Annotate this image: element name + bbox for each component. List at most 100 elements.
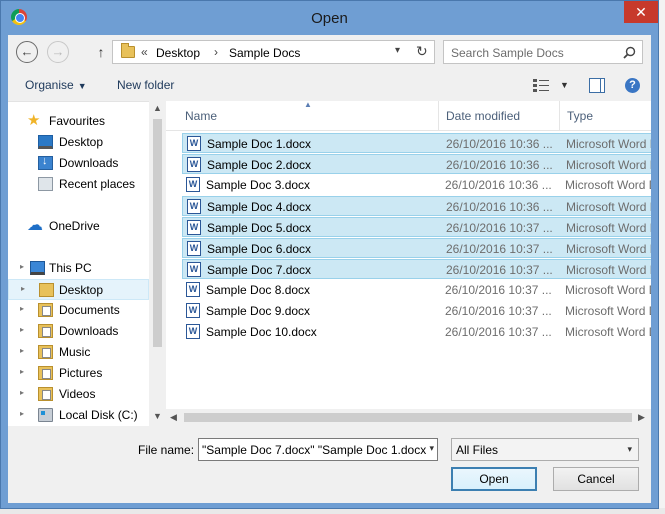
file-type-select[interactable]: All Files ▾ bbox=[451, 438, 639, 461]
table-row[interactable]: W Sample Doc 2.docx 26/10/2016 10:36 ... Mi… bbox=[182, 154, 651, 174]
open-dialog: Open ✕ ← → ↑ « Desktop › Sample Docs ▾ ↻… bbox=[0, 0, 659, 509]
sort-ascending-icon: ▲ bbox=[304, 101, 312, 109]
address-dropdown-icon[interactable]: ▾ bbox=[395, 45, 400, 56]
dialog-footer: File name: "Sample Doc 7.docx" "Sample D… bbox=[8, 426, 651, 503]
file-type-cell: Microsoft Word D bbox=[565, 283, 651, 297]
scroll-left-icon[interactable]: ◀ bbox=[170, 412, 177, 423]
sidebar-onedrive[interactable]: ☁ OneDrive bbox=[8, 216, 149, 237]
search-box[interactable]: Search Sample Docs bbox=[443, 40, 643, 64]
sidebar-item-documents[interactable]: ▸ Documents bbox=[8, 300, 149, 321]
breadcrumb-desktop[interactable]: Desktop bbox=[156, 46, 200, 60]
new-folder-button[interactable]: New folder bbox=[117, 78, 174, 92]
column-name[interactable]: Name bbox=[185, 109, 217, 123]
horizontal-scroll-thumb[interactable] bbox=[184, 413, 632, 422]
sidebar-item-downloads[interactable]: Downloads bbox=[8, 153, 149, 174]
expand-arrow-icon[interactable]: ▸ bbox=[20, 388, 24, 397]
file-name-cell: Sample Doc 8.docx bbox=[206, 283, 311, 297]
date-modified-cell: 26/10/2016 10:36 ... bbox=[446, 137, 553, 151]
file-type-cell: Microsoft Word D bbox=[566, 242, 651, 256]
table-row[interactable]: W Sample Doc 3.docx 26/10/2016 10:36 ... Mi… bbox=[182, 175, 651, 195]
expand-arrow-icon[interactable]: ▸ bbox=[21, 284, 25, 293]
search-input[interactable]: Search Sample Docs bbox=[451, 46, 564, 60]
file-name-dropdown-icon[interactable]: ▾ bbox=[427, 443, 434, 454]
sidebar-label: Local Disk (C:) bbox=[59, 408, 138, 422]
title-bar[interactable]: Open ✕ bbox=[1, 1, 658, 35]
sidebar-item-local-disk[interactable]: ▸ Local Disk (C:) bbox=[8, 405, 149, 426]
table-row[interactable]: W Sample Doc 8.docx 26/10/2016 10:37 ... Mi… bbox=[182, 280, 651, 300]
file-type-dropdown-icon[interactable]: ▾ bbox=[627, 444, 632, 455]
scroll-right-icon[interactable]: ▶ bbox=[638, 412, 645, 423]
file-list: ▲ Name Date modified Type W Sample Doc 1.… bbox=[166, 101, 651, 409]
forward-button[interactable]: → bbox=[47, 41, 69, 63]
preview-pane-icon[interactable] bbox=[589, 78, 605, 93]
expand-arrow-icon[interactable]: ▸ bbox=[20, 304, 24, 313]
breadcrumb-overflow[interactable]: « bbox=[141, 45, 148, 59]
sidebar-item-recent-places[interactable]: Recent places bbox=[8, 174, 149, 195]
table-row[interactable]: W Sample Doc 1.docx 26/10/2016 10:36 ... Mi… bbox=[182, 133, 651, 153]
date-modified-cell: 26/10/2016 10:37 ... bbox=[445, 283, 552, 297]
column-header: ▲ Name Date modified Type bbox=[166, 101, 651, 131]
sidebar-item-pictures[interactable]: ▸ Pictures bbox=[8, 363, 149, 384]
breadcrumb-separator[interactable]: › bbox=[214, 45, 218, 59]
organise-label: Organise bbox=[25, 78, 74, 92]
computer-icon bbox=[30, 261, 45, 275]
sidebar-label: Desktop bbox=[59, 135, 104, 149]
sidebar-item-music[interactable]: ▸ Music bbox=[8, 342, 149, 363]
expand-arrow-icon[interactable]: ▸ bbox=[20, 262, 24, 271]
word-document-icon: W bbox=[187, 220, 201, 235]
file-type-cell: Microsoft Word D bbox=[566, 158, 651, 172]
up-button[interactable]: ↑ bbox=[94, 41, 108, 63]
navigation-pane-scrollbar[interactable]: ▲ ▼ bbox=[149, 101, 166, 426]
navigation-pane: ★ Favourites Desktop Downloads Recent pl… bbox=[8, 101, 149, 426]
organise-button[interactable]: Organise ▼ bbox=[25, 78, 87, 92]
desktop-icon bbox=[38, 135, 53, 149]
scroll-thumb[interactable] bbox=[153, 119, 162, 347]
view-options-caret-icon[interactable]: ▼ bbox=[560, 80, 569, 90]
table-row[interactable]: W Sample Doc 5.docx 26/10/2016 10:37 ... Mi… bbox=[182, 217, 651, 237]
open-button[interactable]: Open bbox=[451, 467, 537, 491]
breadcrumb-sample-docs[interactable]: Sample Docs bbox=[229, 46, 300, 60]
help-icon[interactable]: ? bbox=[625, 78, 640, 93]
change-view-icon[interactable] bbox=[533, 79, 549, 92]
expand-arrow-icon[interactable]: ▸ bbox=[20, 367, 24, 376]
table-row[interactable]: W Sample Doc 9.docx 26/10/2016 10:37 ... Mi… bbox=[182, 301, 651, 321]
sidebar-favourites[interactable]: ★ Favourites bbox=[8, 111, 149, 132]
scroll-up-icon[interactable]: ▲ bbox=[153, 103, 162, 113]
sidebar-item-desktop-pc[interactable]: ▸ Desktop bbox=[8, 279, 149, 300]
file-type-cell: Microsoft Word D bbox=[566, 221, 651, 235]
refresh-icon[interactable]: ↻ bbox=[416, 43, 428, 60]
column-type[interactable]: Type bbox=[567, 109, 593, 123]
sidebar-label: Downloads bbox=[59, 156, 119, 170]
sidebar-item-downloads-pc[interactable]: ▸ Downloads bbox=[8, 321, 149, 342]
table-row[interactable]: W Sample Doc 6.docx 26/10/2016 10:37 ... Mi… bbox=[182, 238, 651, 258]
file-name-value[interactable]: "Sample Doc 7.docx" "Sample Doc 1.docx bbox=[202, 443, 426, 457]
table-row[interactable]: W Sample Doc 4.docx 26/10/2016 10:36 ... Mi… bbox=[182, 196, 651, 216]
cloud-icon: ☁ bbox=[27, 217, 43, 234]
scroll-down-icon[interactable]: ▼ bbox=[153, 411, 162, 421]
sidebar-this-pc[interactable]: ▸ This PC bbox=[8, 258, 149, 279]
search-icon[interactable] bbox=[623, 46, 636, 59]
horizontal-scrollbar[interactable]: ◀ ▶ bbox=[166, 409, 651, 426]
close-button[interactable]: ✕ bbox=[624, 1, 658, 23]
expand-arrow-icon[interactable]: ▸ bbox=[20, 409, 24, 418]
navigation-bar: ← → ↑ « Desktop › Sample Docs ▾ ↻ Search… bbox=[8, 35, 651, 71]
word-document-icon: W bbox=[186, 177, 200, 192]
word-document-icon: W bbox=[187, 262, 201, 277]
date-modified-cell: 26/10/2016 10:37 ... bbox=[446, 221, 553, 235]
column-divider[interactable] bbox=[559, 101, 560, 131]
table-row[interactable]: W Sample Doc 7.docx 26/10/2016 10:37 ... Mi… bbox=[182, 259, 651, 279]
table-row[interactable]: W Sample Doc 10.docx 26/10/2016 10:37 ... M… bbox=[182, 322, 651, 342]
file-name-cell: Sample Doc 1.docx bbox=[207, 137, 312, 151]
file-name-input[interactable]: "Sample Doc 7.docx" "Sample Doc 1.docx ▾ bbox=[198, 438, 438, 461]
expand-arrow-icon[interactable]: ▸ bbox=[20, 325, 24, 334]
expand-arrow-icon[interactable]: ▸ bbox=[20, 346, 24, 355]
column-date-modified[interactable]: Date modified bbox=[446, 109, 520, 123]
back-button[interactable]: ← bbox=[16, 41, 38, 63]
date-modified-cell: 26/10/2016 10:37 ... bbox=[445, 325, 552, 339]
address-bar[interactable]: « Desktop › Sample Docs ▾ ↻ bbox=[112, 40, 435, 64]
sidebar-item-desktop[interactable]: Desktop bbox=[8, 132, 149, 153]
column-divider[interactable] bbox=[438, 101, 439, 131]
cancel-button[interactable]: Cancel bbox=[553, 467, 639, 491]
date-modified-cell: 26/10/2016 10:36 ... bbox=[446, 200, 553, 214]
sidebar-item-videos[interactable]: ▸ Videos bbox=[8, 384, 149, 405]
